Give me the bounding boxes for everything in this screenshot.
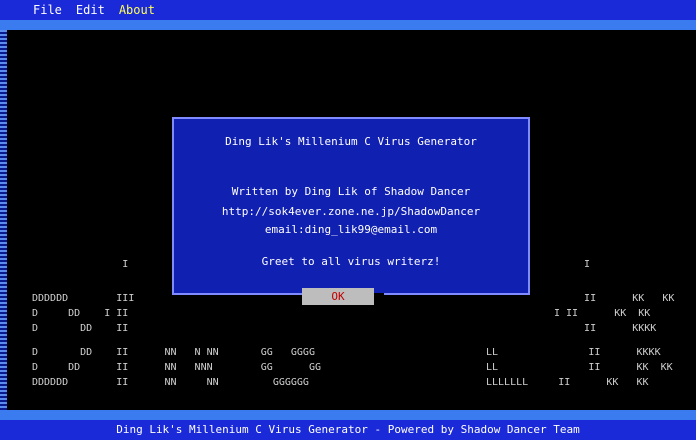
ascii-art-line-right: I xyxy=(566,259,591,270)
status-bar: Ding Lik's Millenium C Virus Generator -… xyxy=(0,410,696,440)
menu-about[interactable]: About xyxy=(119,3,155,17)
ascii-art-line-right: LLLLLLL II KK KK xyxy=(486,377,649,388)
status-strip xyxy=(0,410,696,420)
ascii-art-line-right: LL II KKKK xyxy=(486,347,661,358)
menu-divider-strip xyxy=(0,20,696,30)
dialog-url-line: http://sok4ever.zone.ne.jp/ShadowDancer xyxy=(221,205,481,218)
dialog-email-line: email:ding_lik99@email.com xyxy=(264,223,438,236)
ascii-art-line: DDDDDD II NN NN GGGGGG xyxy=(32,377,309,388)
dialog-title: Ding Lik's Millenium C Virus Generator xyxy=(225,135,477,148)
about-dialog: Ding Lik's Millenium C Virus Generator W… xyxy=(172,117,530,295)
ascii-art-line: D DD I II xyxy=(32,308,129,319)
menu-row: File Edit About xyxy=(0,0,696,20)
ascii-art-line: I xyxy=(32,259,129,270)
ascii-art-line-right: II KKKK xyxy=(566,323,657,334)
menu-file[interactable]: File xyxy=(33,3,62,17)
menu-edit[interactable]: Edit xyxy=(76,3,105,17)
ascii-art-line-right: I II KK KK xyxy=(554,308,651,319)
ascii-art-line-right: LL II KK KK xyxy=(486,362,673,373)
ascii-art-line-right: II KK KK xyxy=(566,293,675,304)
ascii-art-line: D DD II xyxy=(32,323,129,334)
status-text: Ding Lik's Millenium C Virus Generator -… xyxy=(116,423,580,436)
dialog-author-line: Written by Ding Lik of Shadow Dancer xyxy=(231,185,471,198)
ok-button[interactable]: OK xyxy=(302,288,374,305)
dialog-greet-line: Greet to all virus writerz! xyxy=(261,255,441,268)
ascii-art-line: D DD II NN N NN GG GGGG xyxy=(32,347,315,358)
menu-bar: File Edit About xyxy=(0,0,696,30)
ascii-art-line: DDDDDD III xyxy=(32,293,135,304)
ascii-art-line: D DD II NN NNN GG GG xyxy=(32,362,321,373)
left-scroll-strip xyxy=(0,30,7,410)
